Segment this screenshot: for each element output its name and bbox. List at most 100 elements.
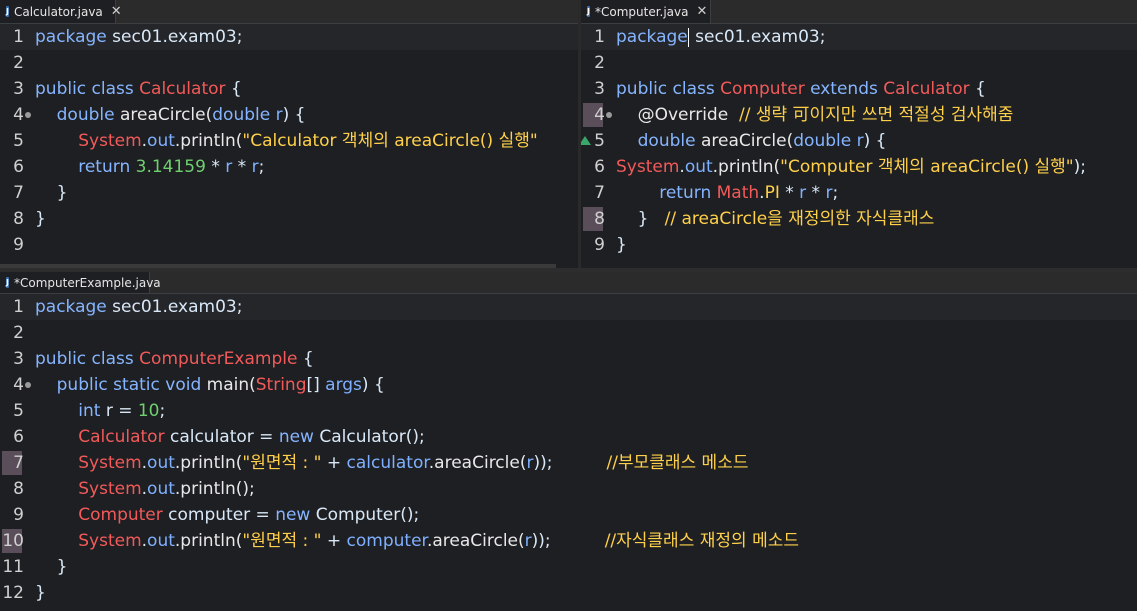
line-number-gutter[interactable]: 3 bbox=[0, 346, 26, 372]
code-line[interactable]: 4 public static void main(String[] args)… bbox=[0, 372, 1137, 398]
code-line[interactable]: 3 public class Calculator { bbox=[0, 76, 578, 102]
line-number-gutter[interactable]: 9 bbox=[0, 232, 26, 258]
code-token: Calculator bbox=[78, 427, 165, 447]
code-line[interactable]: 4 double areaCircle(double r) { bbox=[0, 102, 578, 128]
line-number-gutter[interactable]: 11 bbox=[0, 554, 26, 580]
line-number-gutter[interactable]: 10 bbox=[0, 528, 26, 554]
code-line[interactable]: 6 System.out.println("Computer 객체의 areaCi… bbox=[581, 154, 1137, 180]
code-text: public class ComputerExample { bbox=[35, 346, 314, 372]
line-number-gutter[interactable]: 12 bbox=[0, 580, 26, 606]
close-icon[interactable]: ✕ bbox=[697, 4, 708, 19]
code-token: ; bbox=[159, 401, 166, 421]
close-icon[interactable]: ✕ bbox=[111, 4, 122, 19]
line-number-gutter[interactable]: 8 bbox=[0, 206, 26, 232]
code-line[interactable]: 2 bbox=[0, 50, 578, 76]
code-text: } bbox=[35, 580, 46, 606]
code-token: r bbox=[856, 131, 864, 151]
line-number: 6 bbox=[13, 157, 24, 177]
fold-toggle-icon[interactable] bbox=[606, 112, 612, 118]
code-editor[interactable]: 1 package sec01.exam03; 2 3 public class Com… bbox=[0, 294, 1137, 611]
line-number-gutter[interactable]: 5 bbox=[0, 398, 26, 424]
code-line[interactable]: 1 package sec01.exam03; bbox=[0, 24, 578, 50]
line-number-gutter[interactable]: 2 bbox=[581, 50, 607, 76]
code-line[interactable]: 9 Computer computer = new Computer(); bbox=[0, 502, 1137, 528]
code-line[interactable]: 6 Calculator calculator = new Calculator… bbox=[0, 424, 1137, 450]
fold-toggle-icon[interactable] bbox=[25, 382, 31, 388]
line-number-gutter[interactable]: 5 bbox=[0, 128, 26, 154]
line-number-gutter[interactable]: 8 bbox=[0, 476, 26, 502]
code-editor[interactable]: 1 package sec01.exam03; 2 3 public class Cal… bbox=[0, 24, 578, 268]
editor-pane-computer-example: J *ComputerExample.java 1 package sec01.e… bbox=[0, 272, 1137, 611]
line-number-gutter[interactable]: 6 bbox=[0, 154, 26, 180]
code-line[interactable]: 4 @Override // 생략 可이지만 쓰면 적절성 검사해줌 bbox=[581, 102, 1137, 128]
code-line[interactable]: 3 public class ComputerExample { bbox=[0, 346, 1137, 372]
code-line[interactable]: 5 int r = 10; bbox=[0, 398, 1137, 424]
line-number-gutter[interactable]: 9 bbox=[581, 232, 607, 258]
line-number-gutter[interactable]: 6 bbox=[581, 154, 607, 180]
code-line[interactable]: 2 bbox=[581, 50, 1137, 76]
line-number: 9 bbox=[13, 505, 24, 525]
code-line[interactable]: 12} bbox=[0, 580, 1137, 606]
code-line[interactable]: 6 return 3.14159 * r * r; bbox=[0, 154, 578, 180]
code-token: ); bbox=[1073, 157, 1086, 177]
line-number-gutter[interactable]: 7 bbox=[0, 180, 26, 206]
code-text: System.out.println("원면적 : " + calculator… bbox=[35, 450, 748, 476]
code-line[interactable]: 1 package sec01.exam03; bbox=[0, 294, 1137, 320]
tab-computer-example-java[interactable]: J *ComputerExample.java bbox=[0, 272, 161, 293]
line-number-gutter[interactable]: 3 bbox=[0, 76, 26, 102]
line-number-gutter[interactable]: 1 bbox=[0, 24, 26, 50]
line-number-gutter[interactable]: 2 bbox=[0, 320, 26, 346]
code-line[interactable]: 7 return Math.PI * r * r; bbox=[581, 180, 1137, 206]
line-number-gutter[interactable]: 5 bbox=[581, 128, 607, 154]
line-number-gutter[interactable]: 7 bbox=[581, 180, 607, 206]
code-line[interactable]: 7 } bbox=[0, 180, 578, 206]
code-line[interactable]: 8 } // areaCircle을 재정의한 자식클래스 bbox=[581, 206, 1137, 232]
tab-bar: J Calculator.java ✕ bbox=[0, 0, 578, 24]
code-token: @Override bbox=[616, 105, 739, 125]
code-token: args bbox=[325, 375, 362, 395]
line-number-gutter[interactable]: 9 bbox=[0, 502, 26, 528]
line-number-gutter[interactable]: 6 bbox=[0, 424, 26, 450]
line-number-gutter[interactable]: 4 bbox=[0, 372, 31, 398]
code-token: computer bbox=[346, 531, 427, 551]
line-number-gutter[interactable]: 4 bbox=[581, 102, 612, 128]
line-number-gutter[interactable]: 7 bbox=[0, 450, 26, 476]
code-line[interactable]: 11 } bbox=[0, 554, 1137, 580]
code-line[interactable]: 5 System.out.println("Calculator 객체의 are… bbox=[0, 128, 578, 154]
code-line[interactable]: 9} bbox=[581, 232, 1137, 258]
code-line[interactable]: 8} bbox=[0, 206, 578, 232]
fold-toggle-icon[interactable] bbox=[25, 112, 31, 118]
line-number: 3 bbox=[594, 79, 605, 99]
line-number-gutter[interactable]: 8 bbox=[581, 206, 607, 232]
java-file-icon: J bbox=[587, 6, 590, 17]
code-line[interactable]: 8 System.out.println(); bbox=[0, 476, 1137, 502]
code-token: .println( bbox=[174, 131, 243, 151]
line-number-gutter[interactable]: 1 bbox=[0, 294, 26, 320]
code-line[interactable]: 7 System.out.println("원면적 : " + calculat… bbox=[0, 450, 1137, 476]
code-line[interactable]: 3 public class Computer extends Calculato… bbox=[581, 76, 1137, 102]
code-editor[interactable]: 1 package sec01.exam03; 2 3 public class Com… bbox=[581, 24, 1137, 268]
line-number-gutter[interactable]: 2 bbox=[0, 50, 26, 76]
code-line[interactable]: 10 System.out.println("원면적 : " + compute… bbox=[0, 528, 1137, 554]
tab-computer-java[interactable]: J *Computer.java ✕ bbox=[581, 0, 711, 23]
line-number: 8 bbox=[13, 209, 24, 229]
code-text: double areaCircle(double r) { bbox=[35, 102, 306, 128]
code-line[interactable]: 2 bbox=[0, 320, 1137, 346]
tab-calculator-java[interactable]: J Calculator.java ✕ bbox=[0, 0, 122, 23]
code-line[interactable]: 1 package sec01.exam03; bbox=[581, 24, 1137, 50]
code-token: + bbox=[321, 531, 347, 551]
code-token: main( bbox=[206, 375, 256, 395]
line-number: 7 bbox=[594, 183, 605, 203]
code-line[interactable]: 5 double areaCircle(double r) { bbox=[581, 128, 1137, 154]
code-line[interactable]: 9 bbox=[0, 232, 578, 258]
code-token: extends bbox=[804, 79, 884, 99]
line-number-gutter[interactable]: 1 bbox=[581, 24, 607, 50]
code-token: System bbox=[78, 531, 142, 551]
code-text: } // areaCircle을 재정의한 자식클래스 bbox=[616, 206, 935, 232]
line-number-gutter[interactable]: 3 bbox=[581, 76, 607, 102]
line-number-gutter[interactable]: 4 bbox=[0, 102, 31, 128]
code-token: r bbox=[524, 531, 532, 551]
code-text: Calculator calculator = new Calculator()… bbox=[35, 424, 424, 450]
